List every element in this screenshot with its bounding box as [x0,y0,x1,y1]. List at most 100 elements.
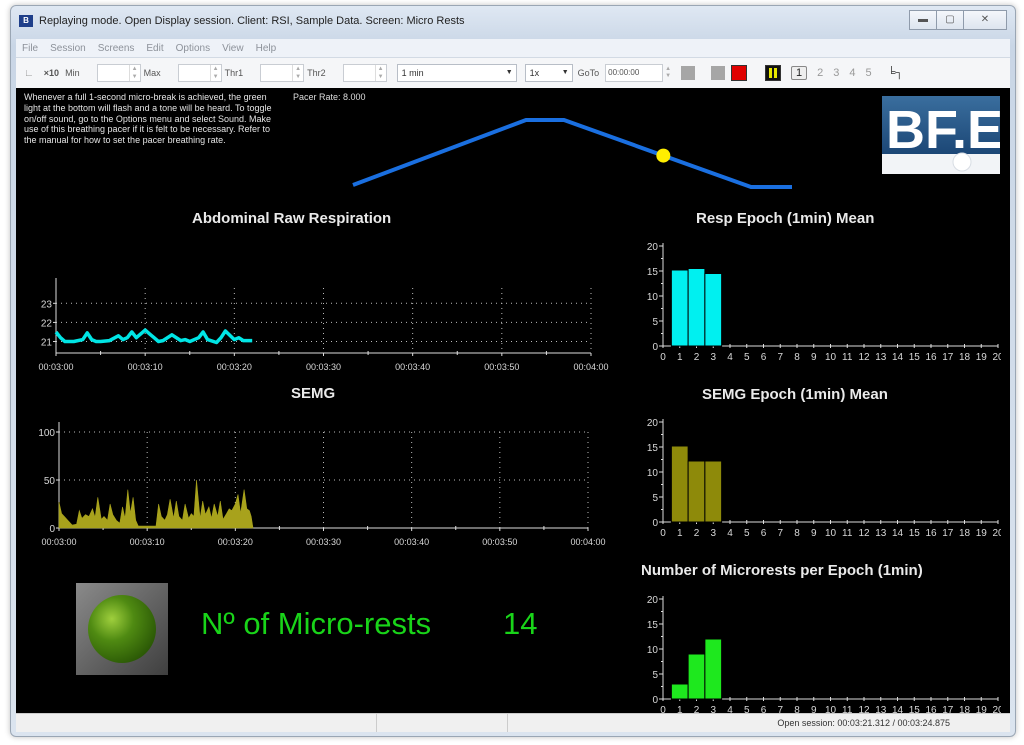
y-tick-label: 5 [652,493,658,504]
x-tick-label: 00:03:40 [395,362,430,372]
page-button-1[interactable]: 1 [791,66,808,80]
x-tick-label: 7 [777,705,783,713]
spinner-arrows-icon[interactable]: ▲ ▼ [292,65,303,81]
y-tick-label: 23 [41,299,53,310]
app-icon: B [19,15,33,27]
x-tick-label: 11 [842,705,853,713]
menu-file[interactable]: File [16,43,44,54]
status-cell-2 [377,714,508,732]
logo-text: BF.E [886,100,1000,160]
microrests-epoch-chart-title: Number of Microrests per Epoch (1min) [641,562,923,579]
thr1-spinner[interactable]: ▲ ▼ [260,64,305,82]
menu-options[interactable]: Options [170,43,216,54]
pacer-line [352,118,792,189]
pause-icon [769,68,773,78]
x-tick-label: 2 [694,705,700,713]
x-tick-label: 7 [777,528,783,539]
menu-screens[interactable]: Screens [92,43,141,54]
x-tick-label: 19 [976,352,988,363]
respiration-chart-title: Abdominal Raw Respiration [192,210,392,227]
y-tick-label: 15 [647,267,659,278]
x-tick-label: 10 [825,528,837,539]
y-tick-label: 21 [41,338,53,349]
bar-1 [670,445,689,523]
thr2-spinner[interactable]: ▲ ▼ [342,64,387,82]
x-tick-label: 0 [660,352,666,363]
x-tick-label: 00:03:10 [128,362,163,372]
x-tick-label: 00:03:20 [217,362,252,372]
y-tick-label: 0 [49,524,55,535]
x-tick-label: 00:03:50 [482,537,517,547]
gray-button-2[interactable] [711,66,726,80]
y-tick-label: 50 [44,476,56,487]
y-tick-label: 20 [647,242,659,253]
close-button[interactable]: ✕ [963,10,1007,30]
window-controls: ▬ ▢ ✕ [909,10,1007,30]
chart-settings-icon[interactable]: ╘┐ [888,67,904,79]
x-tick-label: 00:03:30 [306,537,341,547]
stop-button[interactable] [731,65,748,81]
page-button-2[interactable]: 2 [817,67,823,79]
x-tick-label: 6 [761,528,767,539]
x-tick-label: 8 [794,352,800,363]
breathing-pacer [352,118,792,189]
x-tick-label: 9 [811,705,817,713]
x-tick-label: 1 [677,528,683,539]
menu-view[interactable]: View [216,43,250,54]
min-spinner[interactable]: ▲ ▼ [96,64,141,82]
logo-graphic: BF.E [882,96,1003,174]
green-light-icon [88,595,156,663]
x-tick-label: 5 [744,705,750,713]
scale-button[interactable]: ×10 [44,68,59,78]
status-bar: Open session: 00:03:21.312 / 00:03:24.87… [16,713,1010,732]
semg-chart-title: SEMG [291,385,336,402]
pause-button[interactable] [765,65,782,81]
spinner-arrows-icon[interactable]: ▲ ▼ [128,65,140,81]
x-tick-label: 14 [892,528,904,539]
page-button-5[interactable]: 5 [865,67,871,79]
microrests-count: 14 [503,606,538,641]
goto-time-input[interactable]: 00:00:00 [605,64,664,82]
speed-select[interactable]: 1x ▼ [524,64,573,82]
epoch-select[interactable]: 1 min ▼ [396,64,517,82]
x-tick-label: 16 [925,705,937,713]
max-spinner[interactable]: ▲ ▼ [177,64,222,82]
page-button-3[interactable]: 3 [833,67,839,79]
x-tick-label: 20 [992,352,1001,363]
resp-epoch-chart-title: Resp Epoch (1min) Mean [696,210,875,227]
menu-session[interactable]: Session [44,43,92,54]
axis-icon[interactable]: ∟ [24,68,34,79]
menu-bar: File Session Screens Edit Options View H… [16,39,1010,58]
x-tick-label: 8 [794,705,800,713]
x-tick-label: 13 [875,705,887,713]
x-tick-label: 15 [909,705,921,713]
menu-help[interactable]: Help [250,43,283,54]
respiration-chart: 00:03:00 00:03:10 00:03:20 00:03:30 00:03:40… [38,278,609,372]
x-tick-label: 19 [976,528,988,539]
x-tick-label: 00:03:10 [130,537,165,547]
spinner-arrows-icon[interactable]: ▲ ▼ [374,65,386,81]
x-tick-label: 11 [842,528,853,539]
bar-1 [670,269,689,347]
x-tick-label: 3 [710,352,716,363]
x-tick-label: 4 [727,705,733,713]
gray-button-1[interactable] [681,66,696,80]
spinner-arrows-icon[interactable]: ▲ ▼ [209,65,221,81]
min-label: Min [65,68,80,78]
thr1-label: Thr1 [224,68,244,78]
x-tick-label: 6 [761,705,767,713]
page-button-4[interactable]: 4 [849,67,855,79]
x-tick-label: 3 [710,705,716,713]
menu-edit[interactable]: Edit [140,43,169,54]
x-tick-label: 4 [727,352,733,363]
x-tick-label: 4 [727,528,733,539]
y-tick-label: 100 [38,428,55,439]
goto-spinner-arrows-icon[interactable]: ▲ ▼ [665,66,671,80]
x-tick-label: 15 [909,352,921,363]
semg-epoch-chart: 051015200 1 2 3 4 5 6 7 8 9 10 11 12 13 14 15 16 17 18 19 20 [647,418,1001,539]
maximize-button[interactable]: ▢ [936,10,964,30]
minimize-button[interactable]: ▬ [909,10,937,30]
x-tick-label: 00:03:40 [394,537,429,547]
y-tick-label: 10 [647,645,659,656]
pacer-marker [656,148,671,163]
